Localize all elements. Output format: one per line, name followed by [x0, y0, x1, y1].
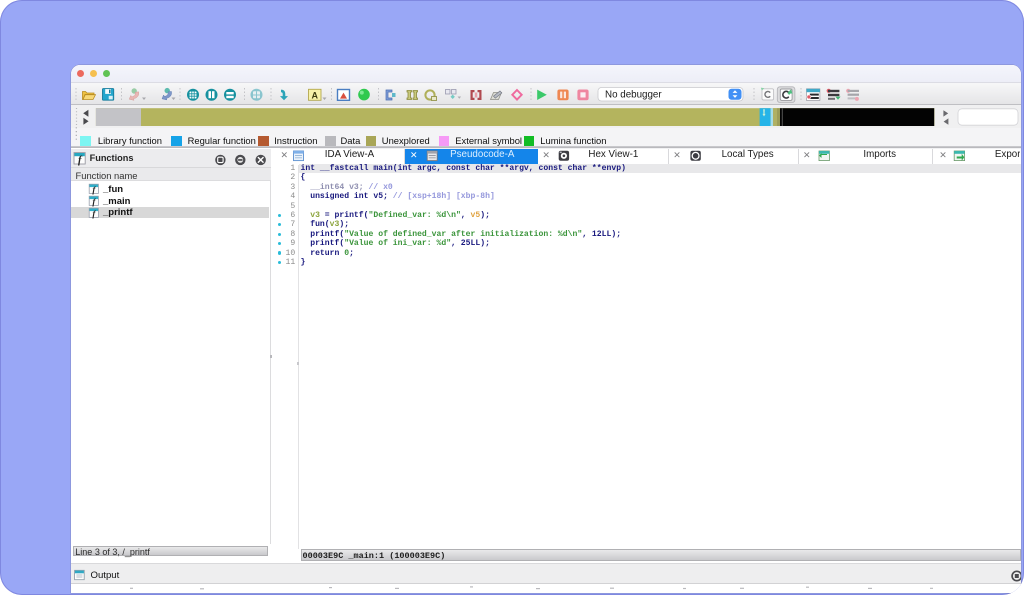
svg-text:No debugger: No debugger [605, 90, 662, 101]
svg-text:A: A [311, 91, 318, 101]
